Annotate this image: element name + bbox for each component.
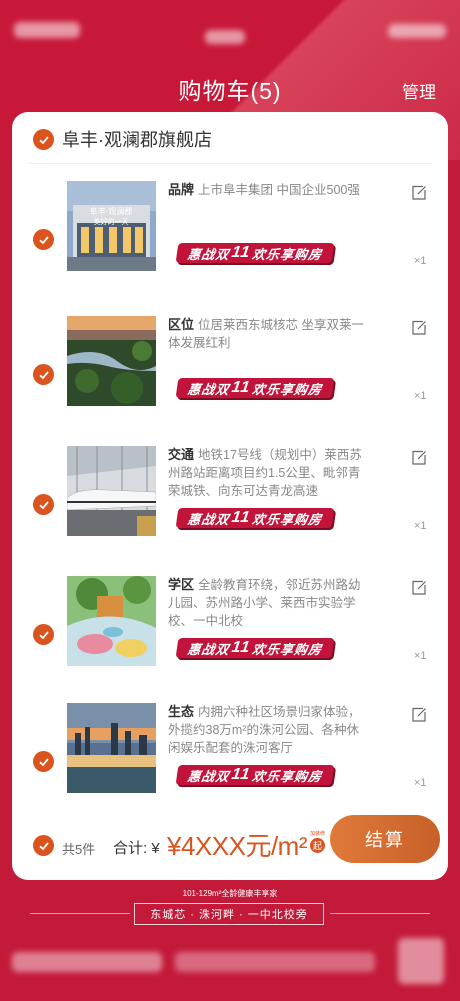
manage-button[interactable]: 管理 <box>402 78 436 103</box>
edit-icon[interactable] <box>411 707 427 723</box>
promo-text: 惠战双 <box>186 768 231 784</box>
cart-item: 学区 全龄教育环绕，邻近苏州路幼儿园、苏州路小学、莱西市实验学校、一中北校 惠战双… <box>12 576 448 706</box>
edit-icon[interactable] <box>411 580 427 596</box>
promo-banner: 惠战双 11 欢乐享购房 <box>175 378 335 398</box>
logo-blur <box>388 24 446 38</box>
cart-item: 生态 内拥六种社区场景归家体验，外揽约38万m²的洙河公园、各种休闲娱乐配套的洙河… <box>12 703 448 833</box>
item-tag: 品牌 <box>168 182 195 197</box>
logo-blur <box>14 22 80 38</box>
promo-banner: 惠战双 11 欢乐享购房 <box>175 638 335 658</box>
promo-highlight: 11 <box>230 244 252 261</box>
promo-highlight: 11 <box>230 766 252 783</box>
item-text: 内拥六种社区场景归家体验，外揽约38万m²的洙河公园、各种休闲娱乐配套的洙河客厅 <box>168 705 361 755</box>
item-image-cityscape[interactable] <box>67 703 156 793</box>
checkmark-icon <box>38 841 49 850</box>
decorative-line <box>30 913 130 914</box>
promo-text: 惠战双 <box>186 511 231 527</box>
item-tag: 学区 <box>168 577 195 592</box>
contact-blur <box>12 952 162 972</box>
promo-text: 欢乐享购房 <box>251 768 324 784</box>
thumb-text: 阜丰·观澜郡 <box>90 206 133 216</box>
item-description: 区位 位居莱西东城核芯 坐享双莱一体发展红利 <box>168 316 368 352</box>
item-image-train[interactable] <box>67 446 156 536</box>
edit-icon[interactable] <box>411 185 427 201</box>
cart-item: 交通 地铁17号线（规划中）莱西苏州路站距离项目约1.5公里、毗邻青荣城铁、向东可… <box>12 446 448 576</box>
item-description: 品牌 上市阜丰集团 中国企业500强 <box>168 181 368 199</box>
cart-card: 阜丰·观澜郡旗舰店 阜丰·观澜郡 美好的一天 品牌 上市阜丰集团 中国企业500强… <box>12 112 448 880</box>
item-tag: 生态 <box>168 704 195 719</box>
price-suffix-note: 加装修 <box>310 831 326 837</box>
bottom-banner: 101-129m²全龄健康丰享家 东城芯 · 洙河畔 · 一中北校旁 <box>0 880 460 1001</box>
item-image-aerial[interactable] <box>67 316 156 406</box>
thumb-text: 美好的一天 <box>94 217 129 226</box>
store-checkbox[interactable] <box>33 129 54 150</box>
select-all-checkbox[interactable] <box>33 835 54 856</box>
checkmark-icon <box>38 135 49 144</box>
checkmark-icon <box>38 370 49 379</box>
item-quantity: ×1 <box>414 390 427 402</box>
total-price: ¥4XXX元/m² <box>167 831 308 861</box>
promo-text: 惠战双 <box>186 381 231 397</box>
store-name[interactable]: 阜丰·观澜郡旗舰店 <box>62 126 212 152</box>
promo-text: 欢乐享购房 <box>251 246 324 262</box>
promo-banner: 惠战双 11 欢乐享购房 <box>175 243 335 263</box>
item-description: 学区 全龄教育环绕，邻近苏州路幼儿园、苏州路小学、莱西市实验学校、一中北校 <box>168 576 368 630</box>
item-description: 生态 内拥六种社区场景归家体验，外揽约38万m²的洙河公园、各种休闲娱乐配套的洙河… <box>168 703 368 757</box>
checkout-button[interactable]: 结算 <box>330 815 440 863</box>
divider <box>28 163 432 164</box>
item-text: 位居莱西东城核芯 坐享双莱一体发展红利 <box>168 318 364 350</box>
item-text: 全龄教育环绕，邻近苏州路幼儿园、苏州路小学、莱西市实验学校、一中北校 <box>168 578 361 628</box>
item-checkbox[interactable] <box>33 494 54 515</box>
price-suffix-badge: 起 <box>310 838 325 853</box>
checkmark-icon <box>38 630 49 639</box>
item-image-playground[interactable] <box>67 576 156 666</box>
checkmark-icon <box>38 235 49 244</box>
checkmark-icon <box>38 757 49 766</box>
item-description: 交通 地铁17号线（规划中）莱西苏州路站距离项目约1.5公里、毗邻青荣城铁、向东可… <box>168 446 368 500</box>
bottom-slogan: 东城芯 · 洙河畔 · 一中北校旁 <box>134 903 324 925</box>
promo-text: 惠战双 <box>186 641 231 657</box>
edit-icon[interactable] <box>411 320 427 336</box>
qr-code-blur <box>398 938 444 984</box>
cart-item: 区位 位居莱西东城核芯 坐享双莱一体发展红利 惠战双 11 欢乐享购房 ×1 <box>12 316 448 446</box>
item-tag: 交通 <box>168 447 195 462</box>
item-quantity: ×1 <box>414 255 427 267</box>
promo-highlight: 11 <box>230 379 252 396</box>
promo-highlight: 11 <box>230 509 252 526</box>
promo-text: 惠战双 <box>186 246 231 262</box>
decorative-line <box>330 913 430 914</box>
item-text: 地铁17号线（规划中）莱西苏州路站距离项目约1.5公里、毗邻青荣城铁、向东可达青… <box>168 448 362 498</box>
item-checkbox[interactable] <box>33 229 54 250</box>
promo-banner: 惠战双 11 欢乐享购房 <box>175 765 335 785</box>
item-quantity: ×1 <box>414 520 427 532</box>
promo-banner: 惠战双 11 欢乐享购房 <box>175 508 335 528</box>
promo-highlight: 11 <box>230 639 252 656</box>
edit-icon[interactable] <box>411 450 427 466</box>
contact-blur <box>175 952 375 972</box>
item-checkbox[interactable] <box>33 751 54 772</box>
item-checkbox[interactable] <box>33 624 54 645</box>
item-image-building[interactable]: 阜丰·观澜郡 美好的一天 <box>67 181 156 271</box>
total-label: 合计: ¥ <box>113 840 160 857</box>
promo-text: 欢乐享购房 <box>251 511 324 527</box>
item-text: 上市阜丰集团 中国企业500强 <box>198 183 360 197</box>
item-tag: 区位 <box>168 317 195 332</box>
price-suffix: 加装修 起 <box>310 830 325 853</box>
checkmark-icon <box>38 500 49 509</box>
item-count: 共5件 <box>62 842 96 857</box>
item-checkbox[interactable] <box>33 364 54 385</box>
item-quantity: ×1 <box>414 777 427 789</box>
item-quantity: ×1 <box>414 650 427 662</box>
logo-blur <box>205 30 245 44</box>
cart-item: 阜丰·观澜郡 美好的一天 品牌 上市阜丰集团 中国企业500强 惠战双 11 欢乐享… <box>12 181 448 311</box>
promo-text: 欢乐享购房 <box>251 641 324 657</box>
bottom-tagline: 101-129m²全龄健康丰享家 <box>182 889 278 898</box>
promo-text: 欢乐享购房 <box>251 381 324 397</box>
page-title: 购物车(5) <box>178 78 282 104</box>
